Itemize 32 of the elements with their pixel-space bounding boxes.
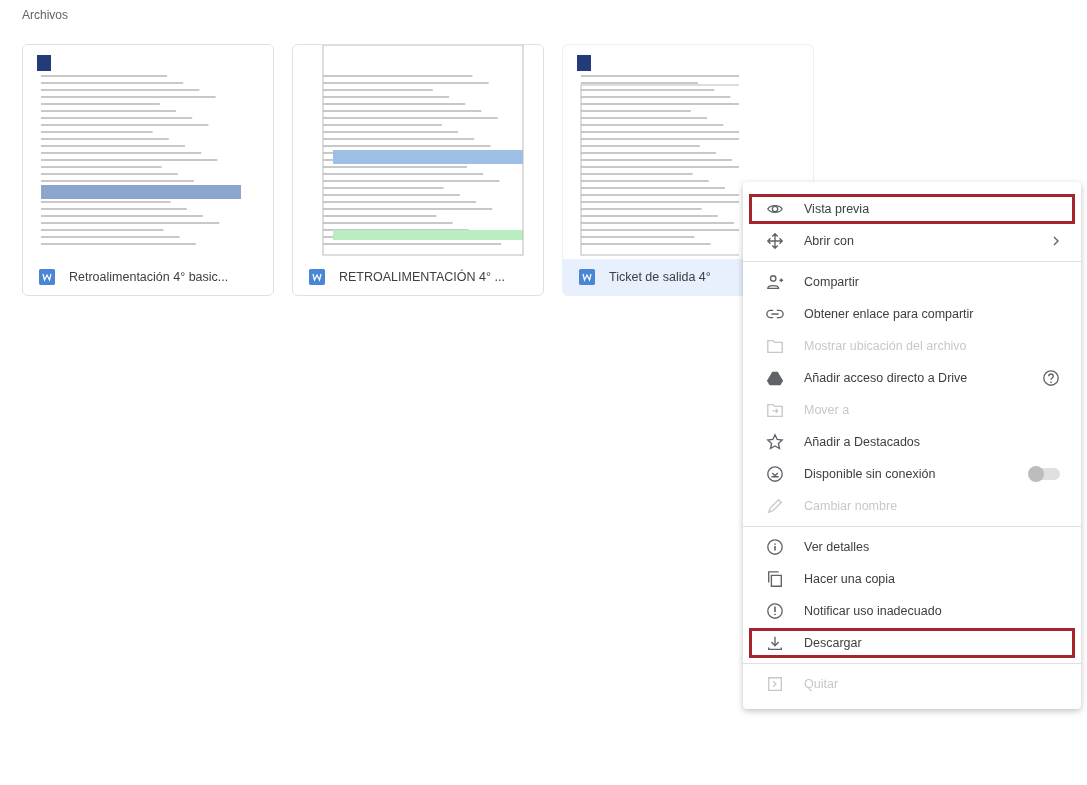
file-name: RETROALIMENTACIÓN 4° ...	[339, 270, 505, 284]
file-name: Ticket de salida 4°	[609, 270, 711, 284]
menu-item[interactable]: Hacer una copia	[749, 564, 1075, 594]
offline-icon	[766, 465, 784, 483]
folder-move-icon	[766, 401, 784, 419]
copy-icon	[766, 570, 784, 588]
menu-item[interactable]: Vista previa	[749, 194, 1075, 224]
menu-item[interactable]: Añadir acceso directo a Drive	[749, 363, 1075, 393]
file-card[interactable]: RETROALIMENTACIÓN 4° ...	[292, 44, 544, 296]
report-icon	[766, 602, 784, 620]
move-arrows-icon	[766, 232, 784, 250]
file-card[interactable]: Retroalimentación 4° basic...	[22, 44, 274, 296]
help-icon[interactable]	[1042, 369, 1060, 387]
toggle-switch[interactable]	[1030, 468, 1060, 480]
pencil-icon	[766, 497, 784, 515]
star-icon	[766, 433, 784, 451]
share-icon	[766, 273, 784, 291]
download-icon	[766, 634, 784, 652]
menu-item[interactable]: Disponible sin conexión	[749, 459, 1075, 489]
info-icon	[766, 538, 784, 556]
remove-icon	[766, 675, 784, 693]
menu-item[interactable]: Ver detalles	[749, 532, 1075, 562]
word-document-icon	[579, 269, 595, 285]
menu-item[interactable]: Descargar	[749, 628, 1075, 658]
menu-item[interactable]: Obtener enlace para compartir	[749, 299, 1075, 329]
section-title: Archivos	[22, 8, 68, 22]
menu-item[interactable]: Notificar uso inadecuado	[749, 596, 1075, 626]
folder-icon	[766, 337, 784, 355]
menu-item[interactable]: Añadir a Destacados	[749, 427, 1075, 457]
word-document-icon	[309, 269, 325, 285]
file-name: Retroalimentación 4° basic...	[69, 270, 229, 284]
word-document-icon	[39, 269, 55, 285]
